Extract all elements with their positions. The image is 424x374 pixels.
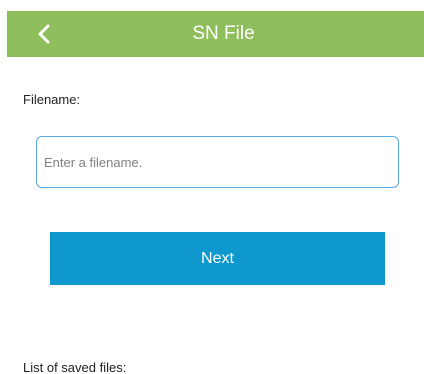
filename-label: Filename: bbox=[23, 92, 81, 107]
app-header: SN File bbox=[7, 11, 424, 57]
filename-input[interactable] bbox=[36, 136, 399, 188]
next-button[interactable]: Next bbox=[50, 232, 385, 285]
page-title: SN File bbox=[192, 23, 255, 44]
sn-file-screen: SN File Filename: Next List of saved fil… bbox=[0, 0, 424, 374]
saved-files-label: List of saved files: bbox=[23, 360, 127, 374]
